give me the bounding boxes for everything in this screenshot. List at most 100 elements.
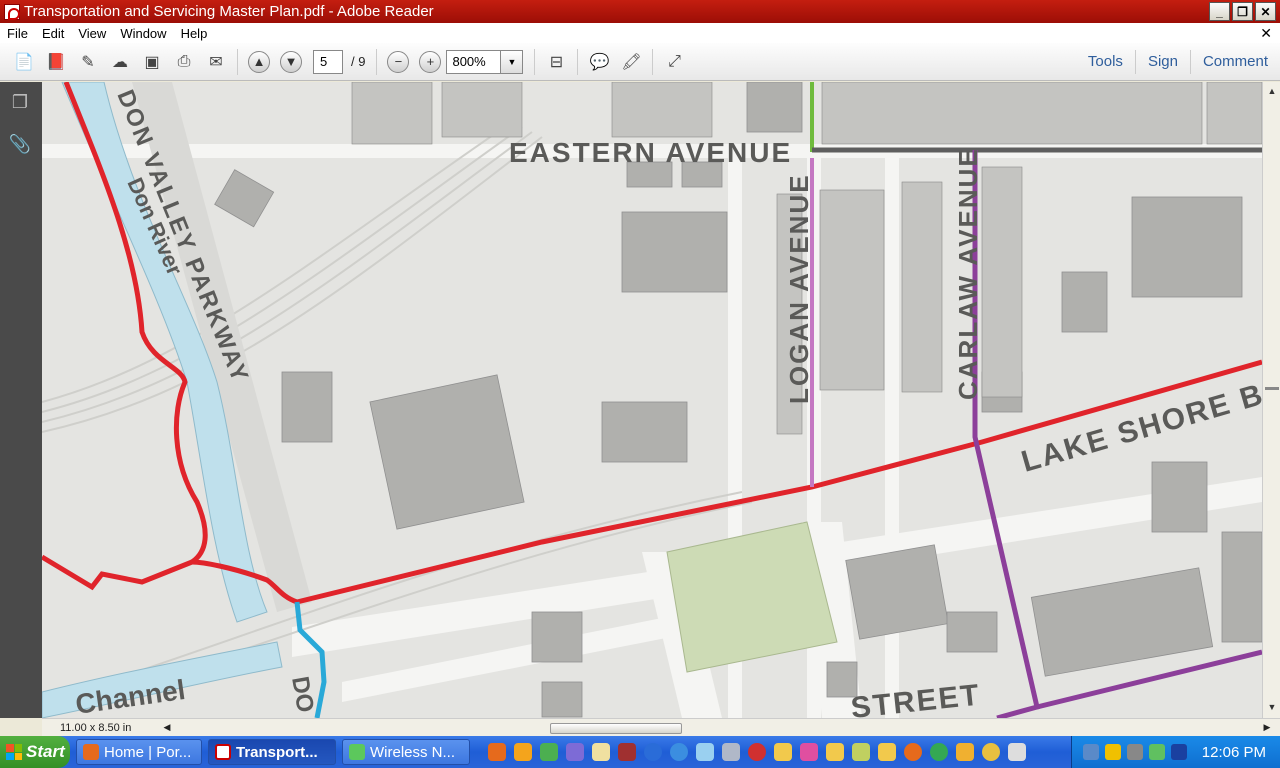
close-icon: ✕ <box>1260 4 1271 19</box>
restore-button[interactable]: ❐ <box>1232 2 1253 21</box>
close-button[interactable]: ✕ <box>1255 2 1276 21</box>
start-button[interactable]: Start <box>0 736 70 768</box>
page-size-label: 11.00 x 8.50 in <box>60 721 132 734</box>
scroll-up-arrow-icon[interactable]: ▲ <box>1265 84 1279 98</box>
internet-explorer-icon[interactable] <box>670 743 688 761</box>
attachments-paperclip-icon[interactable]: 📎 <box>8 132 32 156</box>
window-title: Transportation and Servicing Master Plan… <box>24 3 434 20</box>
folder-icon[interactable] <box>878 743 896 761</box>
horizontal-scroll-thumb[interactable] <box>550 722 682 734</box>
tray-app-icon[interactable] <box>1126 744 1143 760</box>
toolbar-separator <box>652 48 654 75</box>
save-button[interactable]: ▣ <box>139 49 165 75</box>
menu-edit[interactable]: Edit <box>35 26 71 41</box>
fit-page-button[interactable]: ⊟ <box>543 49 569 75</box>
toolbar-separator <box>237 48 238 75</box>
open-pdf-icon: 📕 <box>46 53 66 71</box>
blocked-icon[interactable] <box>748 743 766 761</box>
page-thumbnails-icon[interactable]: ❐ <box>8 90 32 114</box>
folder-icon[interactable] <box>774 743 792 761</box>
archive-icon[interactable] <box>852 743 870 761</box>
edit-button[interactable]: ✎ <box>75 49 101 75</box>
orange-app-icon[interactable] <box>514 743 532 761</box>
vertical-scroll-thumb[interactable] <box>1265 387 1279 390</box>
close-document-button[interactable]: ✕ <box>1260 25 1272 42</box>
toolbar-separator <box>534 48 536 75</box>
flower-app-icon[interactable] <box>800 743 818 761</box>
start-label: Start <box>26 742 65 761</box>
menu-view[interactable]: View <box>71 26 113 41</box>
open-button[interactable]: 📕 <box>43 49 69 75</box>
create-pdf-button[interactable]: 📄 <box>11 49 37 75</box>
upload-button[interactable]: ☁ <box>107 49 133 75</box>
chevron-down-icon: ▼ <box>507 56 517 67</box>
document-icon[interactable] <box>1008 743 1026 761</box>
firefox-quicklaunch-icon[interactable] <box>488 743 506 761</box>
full-screen-button[interactable]: ⤢ <box>661 49 687 75</box>
vertical-scrollbar[interactable]: ▲ ▼ <box>1262 82 1280 718</box>
folder-icon[interactable] <box>826 743 844 761</box>
chrome-icon[interactable] <box>930 743 948 761</box>
network-tray-icon[interactable] <box>1082 744 1099 760</box>
horizontal-scrollbar[interactable] <box>174 721 1260 735</box>
media-player-icon[interactable] <box>644 743 662 761</box>
logan-avenue-label: LOGAN AVENUE <box>784 173 814 404</box>
clock: 12:06 PM <box>1201 743 1266 761</box>
taskbar-item-adobe-reader[interactable]: Transport... <box>208 739 336 765</box>
save-icon: ▣ <box>144 53 160 71</box>
scroll-right-arrow-icon[interactable]: ▶ <box>1260 721 1274 735</box>
taskbar-item-label: Wireless N... <box>370 743 456 761</box>
notepad-icon[interactable] <box>592 743 610 761</box>
page-count: / 9 <box>351 54 366 69</box>
taskbar-item-firefox[interactable]: Home | Por... <box>76 739 202 765</box>
zoom-in-button[interactable]: + <box>419 50 442 73</box>
globe-icon[interactable] <box>982 743 1000 761</box>
scroll-down-arrow-icon[interactable]: ▼ <box>1265 700 1279 714</box>
sticky-note-button[interactable]: 💬 <box>586 49 612 75</box>
adobe-reader-icon <box>4 3 20 20</box>
desktop-app-icon[interactable] <box>566 743 584 761</box>
firefox-quicklaunch-icon[interactable] <box>904 743 922 761</box>
menu-help[interactable]: Help <box>174 26 215 41</box>
menu-window[interactable]: Window <box>113 26 173 41</box>
zoom-dropdown-button[interactable]: ▼ <box>501 49 524 74</box>
green-app-icon[interactable] <box>540 743 558 761</box>
highlight-button[interactable]: 🖍 <box>618 49 644 75</box>
comment-bubble-icon: 💬 <box>589 53 610 71</box>
scanner-icon[interactable] <box>722 743 740 761</box>
menu-file[interactable]: File <box>0 26 35 41</box>
taskbar-item-label: Home | Por... <box>104 743 192 761</box>
previous-page-button[interactable]: ▲ <box>248 50 270 73</box>
minus-icon: − <box>394 54 403 69</box>
menu-bar: File Edit View Window Help ✕ <box>0 23 1280 43</box>
next-page-button[interactable]: ▼ <box>280 50 302 73</box>
print-button[interactable]: ⎙ <box>171 49 197 75</box>
email-button[interactable]: ✉ <box>203 49 229 75</box>
taskbar-item-wireless[interactable]: Wireless N... <box>342 739 470 765</box>
windows-logo-icon <box>6 744 22 760</box>
minimize-button[interactable]: _ <box>1209 2 1230 21</box>
adobe-reader-icon <box>215 744 231 760</box>
books-icon[interactable] <box>618 743 636 761</box>
sign-link[interactable]: Sign <box>1134 49 1190 74</box>
tray-app-icon[interactable] <box>1104 744 1121 760</box>
taskbar-item-label: Transport... <box>236 743 318 761</box>
tools-link[interactable]: Tools <box>1076 50 1135 74</box>
edit-icon: ✎ <box>81 53 95 71</box>
cloud-upload-icon: ☁ <box>112 53 128 71</box>
zoom-out-button[interactable]: − <box>387 50 410 73</box>
tray-app-icon[interactable] <box>1170 744 1187 760</box>
taskbar: Start Home | Por... Transport... Wireles… <box>0 736 1280 768</box>
document-view[interactable]: EASTERN AVENUE LOGAN AVENUE CARLAW AVENU… <box>42 82 1262 718</box>
tray-app-icon[interactable] <box>1148 744 1165 760</box>
page-number-input[interactable]: 5 <box>313 49 343 74</box>
zoom-input[interactable]: 800% <box>446 49 502 74</box>
quick-launch <box>484 743 1030 761</box>
create-pdf-icon: 📄 <box>14 53 34 71</box>
scroll-left-arrow-icon[interactable]: ◀ <box>160 721 174 735</box>
window-app-icon[interactable] <box>956 743 974 761</box>
network-icon[interactable] <box>696 743 714 761</box>
comment-link[interactable]: Comment <box>1189 49 1280 74</box>
minimize-icon: _ <box>1216 4 1223 19</box>
firefox-icon <box>83 744 99 760</box>
